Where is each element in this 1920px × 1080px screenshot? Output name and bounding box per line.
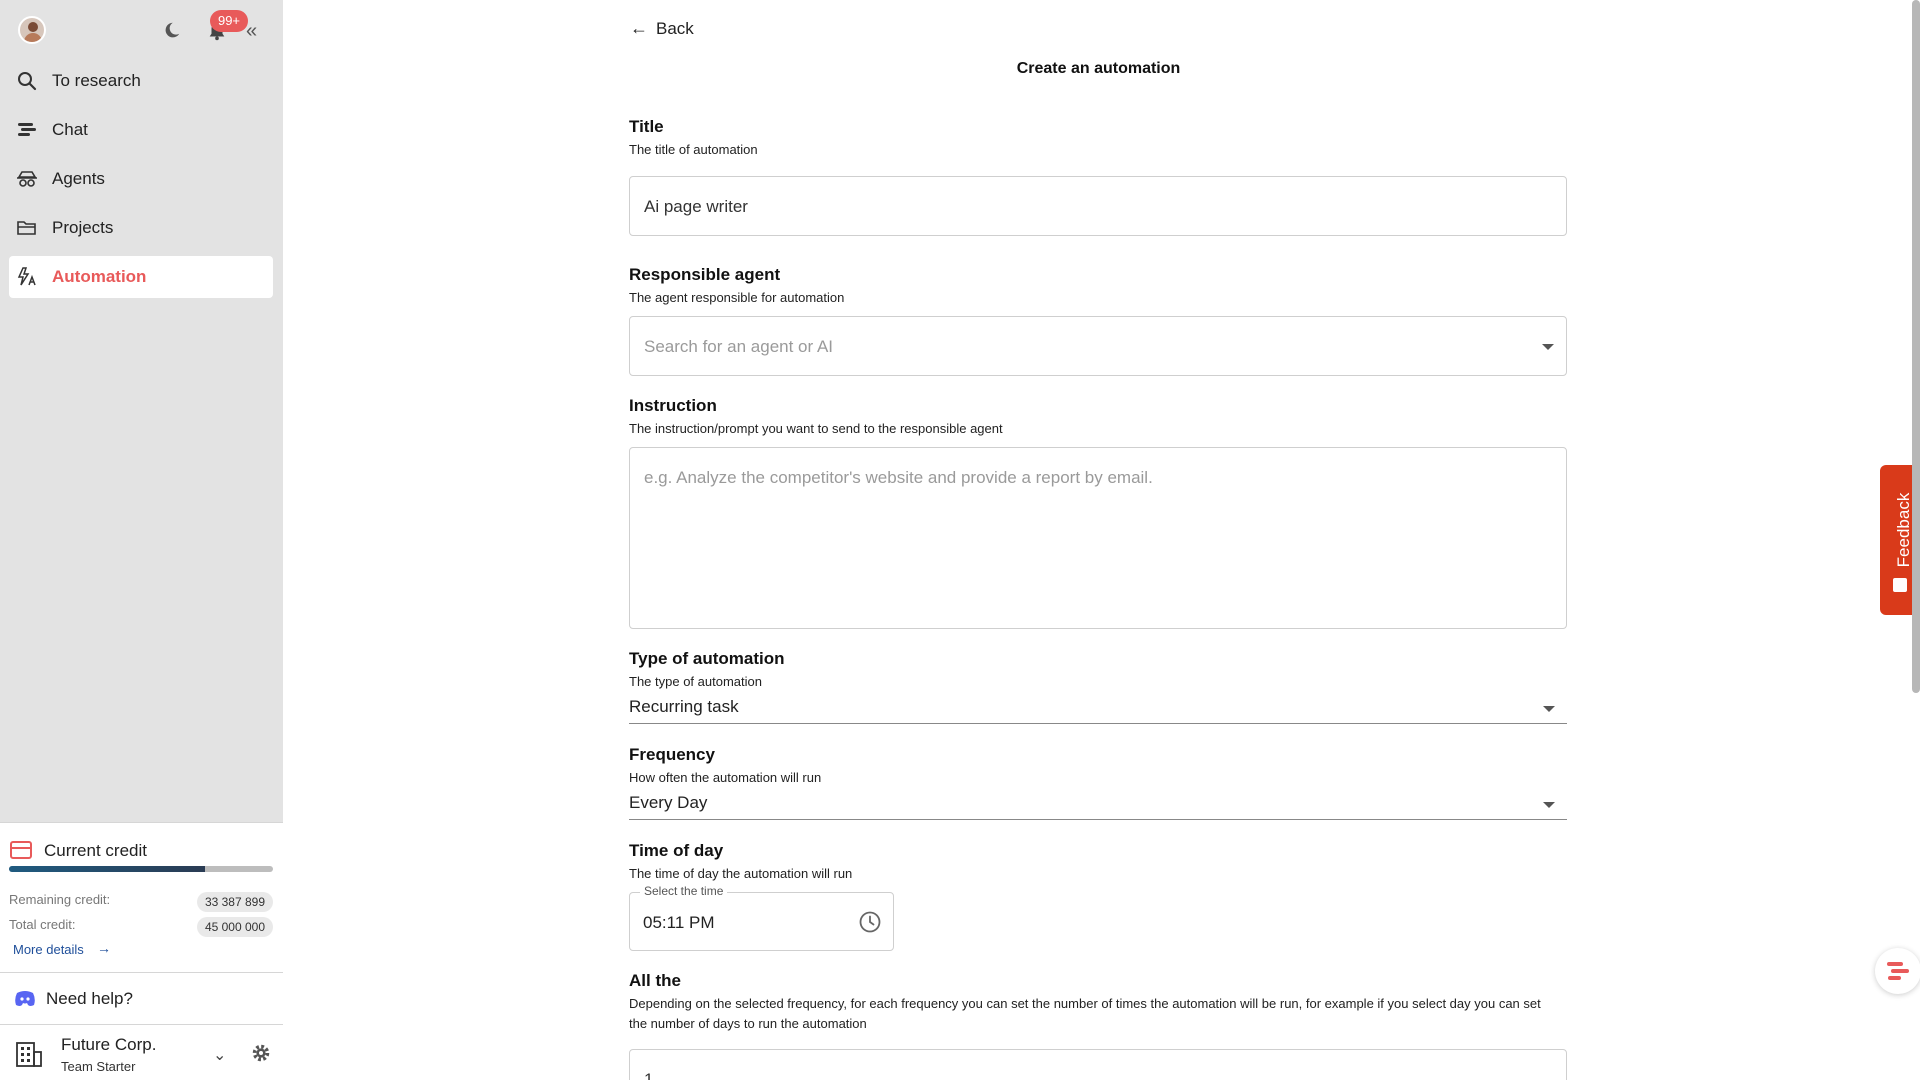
frequency-label: Frequency [629, 745, 715, 764]
discord-icon [15, 991, 35, 1006]
organization-name: Future Corp. [61, 1035, 157, 1054]
sidebar-nav: To research Chat Agents Projects Automat… [9, 60, 273, 305]
time-picker-value: 05:11 PM [643, 913, 715, 932]
instruction-textarea[interactable]: e.g. Analyze the competitor's website an… [629, 447, 1567, 629]
agent-select[interactable]: Search for an agent or AI [629, 316, 1567, 376]
time-picker[interactable]: Select the time 05:11 PM [629, 884, 894, 951]
sidebar-item-agents[interactable]: Agents [9, 158, 273, 200]
title-input-value: Ai page writer [644, 197, 748, 216]
collapse-sidebar-icon[interactable]: « [246, 20, 257, 42]
back-label: Back [656, 18, 694, 38]
gear-icon[interactable] [250, 1042, 272, 1064]
title-label: Title [629, 117, 664, 136]
remaining-credit-value: 33 387 899 [196, 892, 273, 912]
title-help: The title of automation [629, 142, 758, 157]
organization-plan: Team Starter [61, 1059, 136, 1074]
feedback-label: Feedback [1894, 492, 1913, 568]
need-help-button[interactable]: Need help? [0, 972, 283, 1024]
credit-title: Current credit [44, 841, 147, 860]
sidebar-item-label: To research [52, 71, 141, 90]
organization-switcher[interactable]: Future Corp. Team Starter ⌄ [0, 1024, 283, 1080]
credit-progress-bar [9, 866, 273, 872]
caret-down-icon[interactable] [1543, 802, 1555, 808]
chat-icon [18, 123, 36, 136]
feedback-icon [1893, 578, 1907, 592]
credit-card-icon [10, 841, 32, 859]
sidebar-item-chat[interactable]: Chat [9, 109, 273, 151]
sidebar-item-automation[interactable]: Automation [9, 256, 273, 298]
agent-select-placeholder: Search for an agent or AI [644, 337, 834, 356]
sidebar-item-label: Projects [52, 218, 114, 237]
remaining-credit-label: Remaining credit: [9, 892, 111, 907]
type-label: Type of automation [629, 649, 785, 668]
search-icon [18, 72, 37, 91]
sidebar-item-label: Agents [52, 169, 105, 188]
type-help: The type of automation [629, 674, 762, 689]
notification-badge: 99+ [210, 10, 248, 32]
total-credit-label: Total credit: [9, 917, 76, 932]
scrollbar-thumb[interactable] [1912, 0, 1920, 693]
frequency-select-value: Every Day [629, 793, 708, 812]
instruction-help: The instruction/prompt you want to send … [629, 421, 1003, 436]
back-button[interactable]: ← Back [630, 18, 694, 39]
type-select[interactable]: Recurring task [629, 694, 1567, 724]
avatar[interactable] [18, 16, 46, 44]
sidebar-item-label: Automation [52, 267, 147, 286]
sidebar-item-to-research[interactable]: To research [9, 60, 273, 102]
automation-icon [17, 267, 36, 286]
instruction-placeholder: e.g. Analyze the competitor's website an… [644, 468, 1153, 487]
credit-progress-fill [9, 866, 205, 872]
total-credit-value: 45 000 000 [196, 917, 273, 937]
credit-panel: Current credit Remaining credit: 33 387 … [0, 822, 283, 972]
type-select-value: Recurring task [629, 697, 739, 716]
need-help-label: Need help? [46, 989, 133, 1008]
all-the-input-value: 1 [644, 1070, 654, 1080]
frequency-help: How often the automation will run [629, 770, 822, 785]
folder-icon [17, 221, 36, 235]
time-help: The time of day the automation will run [629, 866, 853, 881]
arrow-right-icon[interactable]: → [97, 940, 111, 956]
caret-down-icon[interactable] [1542, 344, 1554, 350]
caret-down-icon[interactable] [1543, 706, 1555, 712]
building-icon [16, 1042, 42, 1067]
time-picker-legend: Select the time [640, 884, 728, 898]
agent-label: Responsible agent [629, 265, 781, 284]
all-the-help-line-2: the number of days to run the automation [629, 1016, 867, 1031]
frequency-select[interactable]: Every Day [629, 790, 1567, 820]
all-the-label: All the [629, 971, 681, 990]
chat-icon [1887, 962, 1909, 980]
total-credit-row: Total credit: 45 000 000 [9, 917, 273, 937]
sidebar: 99+ « To research Chat Agents Projects A… [0, 0, 283, 1080]
main-content: ← Back Create an automation Title The ti… [283, 0, 1920, 1080]
sidebar-item-projects[interactable]: Projects [9, 207, 273, 249]
clock-icon[interactable] [858, 910, 882, 934]
page-title: Create an automation [1016, 60, 1181, 77]
title-input[interactable]: Ai page writer [629, 176, 1567, 236]
agents-icon [17, 171, 37, 187]
sidebar-header: 99+ « [0, 0, 283, 62]
time-label: Time of day [629, 841, 724, 860]
arrow-left-icon: ← [630, 18, 648, 38]
more-details-link[interactable]: More details [13, 942, 84, 957]
instruction-label: Instruction [629, 396, 717, 415]
all-the-input[interactable]: 1 [629, 1049, 1567, 1080]
agent-help: The agent responsible for automation [629, 290, 845, 305]
all-the-help-line-1: Depending on the selected frequency, for… [629, 996, 1541, 1011]
chevron-down-icon[interactable]: ⌄ [213, 1045, 226, 1065]
sidebar-item-label: Chat [52, 120, 88, 139]
moon-icon[interactable] [160, 20, 182, 42]
remaining-credit-row: Remaining credit: 33 387 899 [9, 892, 273, 912]
chat-launcher-button[interactable] [1875, 948, 1920, 994]
